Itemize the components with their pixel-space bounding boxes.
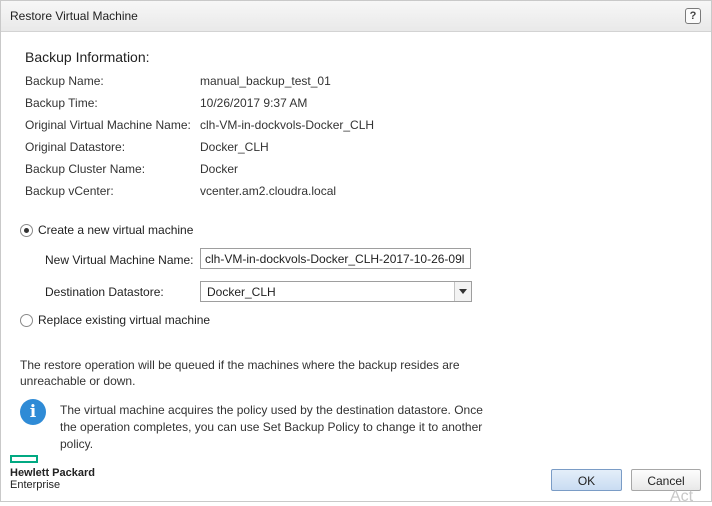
ok-button[interactable]: OK: [551, 469, 622, 491]
hpe-logo-line1: Hewlett Packard: [10, 467, 95, 479]
replace-existing-vm-radio[interactable]: [20, 314, 33, 327]
backup-vcenter-label: Backup vCenter:: [25, 184, 114, 198]
activation-watermark: Act: [670, 488, 694, 505]
backup-cluster-name-label: Backup Cluster Name:: [25, 162, 146, 176]
original-vm-name-value: clh-VM-in-dockvols-Docker_CLH: [200, 118, 375, 132]
new-vm-name-label: New Virtual Machine Name:: [45, 253, 194, 267]
info-icon: i: [20, 399, 46, 425]
backup-time-label: Backup Time:: [25, 96, 98, 110]
dialog-titlebar: Restore Virtual Machine ?: [0, 0, 712, 32]
destination-datastore-label: Destination Datastore:: [45, 285, 164, 299]
help-icon[interactable]: ?: [685, 8, 701, 24]
replace-existing-vm-label[interactable]: Replace existing virtual machine: [38, 313, 210, 327]
backup-name-value: manual_backup_test_01: [200, 74, 331, 88]
destination-datastore-value: Docker_CLH: [207, 285, 276, 299]
backup-info-heading: Backup Information:: [25, 49, 150, 65]
create-new-vm-radio[interactable]: [20, 224, 33, 237]
original-datastore-label: Original Datastore:: [25, 140, 126, 154]
dialog-title: Restore Virtual Machine: [10, 9, 138, 23]
backup-name-label: Backup Name:: [25, 74, 104, 88]
hpe-logo-mark: [10, 455, 38, 463]
hpe-logo-line2: Enterprise: [10, 479, 61, 491]
policy-info-text: The virtual machine acquires the policy …: [60, 403, 483, 451]
chevron-down-icon[interactable]: [454, 282, 471, 301]
backup-vcenter-value: vcenter.am2.cloudra.local: [200, 184, 337, 198]
destination-datastore-select[interactable]: Docker_CLH: [200, 281, 472, 302]
backup-time-value: 10/26/2017 9:37 AM: [200, 96, 308, 110]
original-datastore-value: Docker_CLH: [200, 140, 269, 154]
new-vm-name-input[interactable]: clh-VM-in-dockvols-Docker_CLH-2017-10-26…: [200, 248, 471, 269]
create-new-vm-label[interactable]: Create a new virtual machine: [38, 223, 193, 237]
restore-queue-note: The restore operation will be queued if …: [20, 358, 460, 388]
backup-cluster-name-value: Docker: [200, 162, 239, 176]
hpe-logo: Hewlett Packard Enterprise: [10, 455, 95, 491]
original-vm-name-label: Original Virtual Machine Name:: [25, 118, 191, 132]
